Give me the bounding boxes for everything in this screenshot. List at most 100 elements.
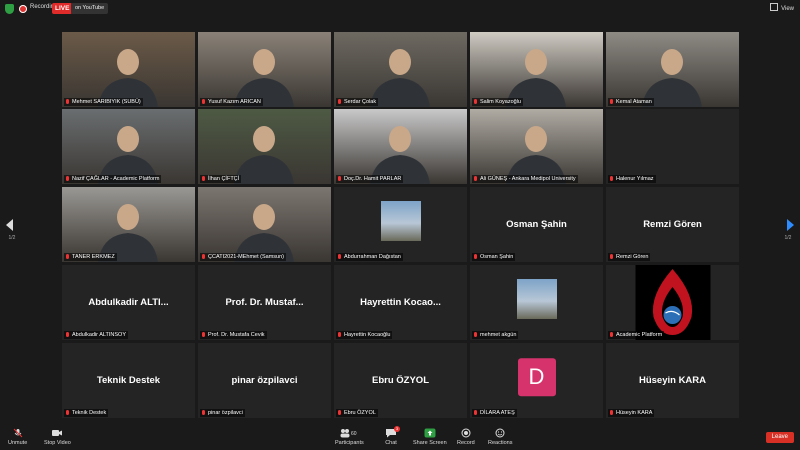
record-button[interactable]: Record [457, 428, 475, 446]
meeting-toolbar: Unmute Stop Video 60 Participants 3 Chat… [0, 425, 800, 450]
muted-mic-icon [202, 254, 205, 259]
participant-tile[interactable]: Hüseyin KARA Hüseyin KARA [606, 343, 739, 418]
participant-name-label: Mehmet SARIBIYIK (SUBÜ) [64, 98, 143, 106]
muted-mic-icon [474, 410, 477, 415]
participant-tile[interactable]: Doç.Dr. Hamit PARLAR [334, 109, 467, 184]
muted-mic-icon [338, 176, 341, 181]
participant-display-name: pinar özpilavci [231, 374, 298, 386]
emoji-icon [495, 428, 505, 438]
participant-tile[interactable]: Abdurrahman Dağıstan [334, 187, 467, 262]
participant-tile[interactable]: Hayrettin Kocao... Hayrettin Kocaoğlu [334, 265, 467, 340]
muted-mic-icon [338, 332, 341, 337]
next-page-icon[interactable] [787, 219, 794, 231]
chat-button[interactable]: 3 Chat [385, 426, 400, 446]
view-button[interactable]: View [770, 3, 794, 14]
muted-mic-icon [474, 332, 477, 337]
participant-video [470, 32, 603, 107]
unmute-button[interactable]: Unmute [8, 428, 27, 446]
participant-video [62, 109, 195, 184]
participant-tile[interactable]: Yusuf Kazım ARICAN [198, 32, 331, 107]
participant-tile[interactable]: pinar özpilavci pinar özpilavci [198, 343, 331, 418]
participant-tile[interactable]: Salim Koyazoğlu [470, 32, 603, 107]
participant-name-label: Remzi Gören [608, 253, 651, 261]
muted-mic-icon [66, 410, 69, 415]
participant-tile[interactable]: Teknik Destek Teknik Destek [62, 343, 195, 418]
page-indicator-left: 1/2 [8, 235, 16, 241]
participant-name-label: mehmet akgün [472, 331, 519, 339]
meeting-top-bar: Recording LIVE on YouTube View [0, 0, 800, 18]
participant-video [198, 187, 331, 262]
participant-tile[interactable]: mehmet akgün [470, 265, 603, 340]
participant-tile[interactable]: Abdulkadir ALTI... Abdulkadir ALTINSOY [62, 265, 195, 340]
reactions-button[interactable]: Reactions [488, 428, 512, 446]
video-camera-icon [52, 430, 63, 436]
muted-mic-icon [474, 254, 477, 259]
participant-tile[interactable]: İlhan ÇİFTÇİ [198, 109, 331, 184]
participant-video [334, 32, 467, 107]
live-badge: LIVE [52, 3, 73, 14]
shield-icon[interactable] [5, 4, 14, 14]
muted-mic-icon [66, 254, 69, 259]
participant-name-label: pinar özpilavci [200, 409, 245, 417]
share-screen-button[interactable]: Share Screen [413, 428, 447, 446]
participant-tile[interactable]: D DİLARA ATEŞ [470, 343, 603, 418]
participants-button[interactable]: 60 Participants [335, 428, 364, 446]
muted-mic-icon [66, 99, 69, 104]
participant-name-label: Doç.Dr. Hamit PARLAR [336, 175, 404, 183]
participants-icon: 60 [340, 429, 357, 438]
profile-picture [380, 200, 421, 241]
participant-tile[interactable]: Osman Şahin Osman Şahin [470, 187, 603, 262]
participant-name-label: Salim Koyazoğlu [472, 98, 523, 106]
page-indicator-right: 1/2 [784, 235, 792, 241]
participant-name-label: Hayrettin Kocaoğlu [336, 331, 393, 339]
record-icon [461, 428, 471, 438]
muted-mic-icon [202, 176, 205, 181]
participant-display-name: Ebru ÖZYOL [372, 374, 429, 386]
participant-tile[interactable]: Serdar Çolak [334, 32, 467, 107]
stream-dropdown[interactable]: on YouTube [71, 3, 109, 14]
muted-mic-icon [202, 410, 205, 415]
participant-video [334, 109, 467, 184]
participant-tile[interactable]: Ebru ÖZYOL Ebru ÖZYOL [334, 343, 467, 418]
muted-mic-icon [338, 99, 341, 104]
muted-mic-icon [610, 254, 613, 259]
muted-mic-icon [202, 99, 205, 104]
participant-tile[interactable]: Prof. Dr. Mustaf... Prof. Dr. Mustafa Cev… [198, 265, 331, 340]
muted-mic-icon [474, 176, 477, 181]
participant-video [62, 32, 195, 107]
participant-name-label: Abdurrahman Dağıstan [336, 253, 403, 261]
participant-tile[interactable]: Kemal Ataman [606, 32, 739, 107]
share-screen-icon [424, 428, 436, 438]
participant-name-label: Academic Platform [608, 331, 665, 339]
participant-video [470, 109, 603, 184]
participant-tile[interactable]: Nazif ÇAĞLAR - Academic Platform [62, 109, 195, 184]
participant-tile[interactable]: Remzi Gören Remzi Gören [606, 187, 739, 262]
participant-name-label: Hüseyin KARA [608, 409, 655, 417]
participant-tile[interactable]: Ali GÜNEŞ - Ankara Medipol University [470, 109, 603, 184]
participant-name-label: Abdulkadir ALTINSOY [64, 331, 129, 339]
previous-page-icon[interactable] [6, 219, 13, 231]
leave-button[interactable]: Leave [765, 432, 794, 443]
academic-platform-logo [635, 265, 710, 340]
participant-display-name: Remzi Gören [643, 218, 702, 230]
participant-name-label: ÇCATI2021-MEhmet (Samsun) [200, 253, 287, 261]
muted-mic-icon [202, 332, 205, 337]
stop-video-button[interactable]: Stop Video [44, 428, 71, 446]
participant-tile[interactable]: Halenur Yılmaz [606, 109, 739, 184]
participant-tile[interactable]: ÇCATI2021-MEhmet (Samsun) [198, 187, 331, 262]
participant-display-name: Osman Şahin [506, 218, 567, 230]
svg-text:60: 60 [351, 431, 357, 437]
muted-mic-icon [338, 410, 341, 415]
participant-display-name: Teknik Destek [96, 374, 161, 386]
muted-mic-icon [338, 254, 341, 259]
muted-mic-icon [610, 410, 613, 415]
participant-tile[interactable]: Mehmet SARIBIYIK (SUBÜ) [62, 32, 195, 107]
participant-tile[interactable]: Academic Platform [606, 265, 739, 340]
participant-name-label: Teknik Destek [64, 409, 109, 417]
participant-name-label: Ebru ÖZYOL [336, 409, 378, 417]
chat-count-badge: 3 [394, 426, 400, 432]
participant-video [198, 32, 331, 107]
participant-name-label: DİLARA ATEŞ [472, 409, 517, 417]
participant-tile[interactable]: TANER ERKMEZ [62, 187, 195, 262]
participant-display-name: Hüseyin KARA [638, 374, 707, 386]
